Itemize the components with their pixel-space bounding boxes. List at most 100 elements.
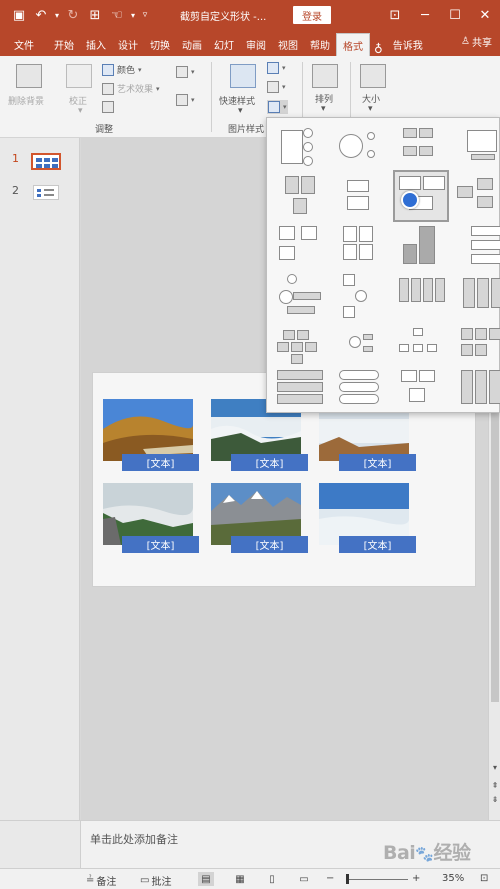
tab-insert[interactable]: 插入	[80, 32, 112, 56]
minimize-icon[interactable]: ─	[410, 4, 440, 26]
layout-option[interactable]	[389, 272, 445, 324]
baidu-watermark: Bai🐾经验	[383, 842, 471, 864]
dropdown-caret-icon[interactable]: ▾	[52, 4, 62, 26]
layout-option[interactable]	[331, 122, 387, 174]
tab-tell-me[interactable]: 告诉我	[387, 32, 429, 56]
next-slide-icon[interactable]: ⇟	[490, 794, 500, 804]
picture-caption[interactable]: [文本]	[122, 536, 199, 553]
picture-effects-button[interactable]: ▾	[267, 81, 286, 93]
size-caret-icon: ▾	[368, 104, 373, 114]
layout-shape	[475, 370, 487, 404]
dropdown-caret-icon[interactable]: ▾	[128, 4, 138, 26]
slideshow-icon[interactable]: ▭	[296, 872, 312, 886]
picture-border-button[interactable]: ▾	[267, 62, 286, 74]
notes-button[interactable]: ≟ 备注	[86, 873, 116, 888]
layout-option[interactable]	[331, 272, 387, 324]
layout-shape	[477, 178, 493, 190]
zoom-in-icon[interactable]: +	[412, 873, 420, 884]
layout-shape	[355, 290, 367, 302]
picture-caption[interactable]: [文本]	[339, 454, 416, 471]
picture-caption[interactable]: [文本]	[339, 536, 416, 553]
layout-option[interactable]	[389, 368, 445, 420]
scrollbar-thumb[interactable]	[491, 402, 499, 702]
layout-shape	[303, 142, 313, 152]
tab-review[interactable]: 审阅	[240, 32, 272, 56]
previous-slide-icon[interactable]: ⇞	[490, 780, 500, 790]
slide-picture-1[interactable]	[103, 399, 193, 461]
tab-format[interactable]: 格式	[336, 33, 370, 57]
slide-thumbnail-1[interactable]	[31, 153, 61, 170]
tab-slideshow[interactable]: 幻灯	[208, 32, 240, 56]
layout-option[interactable]	[273, 172, 329, 224]
slide-thumbnail-2[interactable]	[33, 185, 59, 200]
picture-layout-gallery[interactable]	[266, 117, 500, 413]
zoom-slider[interactable]	[348, 879, 408, 880]
artistic-effects-button[interactable]: 艺术效果 ▾	[102, 82, 160, 95]
layout-option[interactable]	[389, 322, 445, 374]
from-beginning-icon[interactable]: ⊞	[84, 4, 106, 26]
layout-option[interactable]	[389, 122, 445, 174]
color-button[interactable]: 颜色 ▾	[102, 63, 142, 76]
layout-option[interactable]	[273, 272, 329, 324]
tab-help[interactable]: 帮助	[304, 32, 336, 56]
layout-shape	[419, 370, 435, 382]
tab-animations[interactable]: 动画	[176, 32, 208, 56]
layout-option[interactable]	[331, 368, 387, 420]
layout-option[interactable]	[447, 222, 500, 274]
picture-layout-button[interactable]: ▾	[267, 100, 288, 114]
scroll-down-icon[interactable]: ▾	[490, 762, 500, 772]
normal-view-icon[interactable]: ▤	[198, 872, 214, 886]
layout-option[interactable]	[447, 272, 500, 324]
close-icon[interactable]: ✕	[470, 4, 500, 26]
redo-icon[interactable]: ↻	[62, 4, 84, 26]
layout-option[interactable]	[447, 368, 500, 420]
layout-shape	[477, 278, 489, 308]
remove-background-button[interactable]: 删除背景	[8, 94, 44, 107]
picture-caption[interactable]: [文本]	[122, 454, 199, 471]
comments-button[interactable]: ▭ 批注	[140, 873, 171, 888]
layout-shape	[291, 342, 303, 352]
layout-shape	[283, 330, 295, 340]
layout-option[interactable]	[331, 222, 387, 274]
tab-view[interactable]: 视图	[272, 32, 304, 56]
layout-option[interactable]	[273, 222, 329, 274]
tab-transitions[interactable]: 切换	[144, 32, 176, 56]
layout-option[interactable]	[273, 122, 329, 174]
layout-option[interactable]	[447, 322, 500, 374]
layout-option[interactable]	[451, 172, 500, 224]
login-button[interactable]: 登录	[293, 6, 331, 24]
change-picture-button[interactable]: ▾	[176, 94, 195, 106]
layout-shape	[301, 176, 315, 194]
maximize-icon[interactable]: ☐	[440, 4, 470, 26]
layout-shape	[471, 154, 495, 160]
layout-option[interactable]	[273, 368, 329, 420]
undo-icon[interactable]: ↶	[30, 4, 52, 26]
lightbulb-icon[interactable]: ♁	[370, 42, 387, 56]
slide-number: 1	[12, 152, 19, 165]
ribbon-display-icon[interactable]: ⊡	[380, 4, 410, 26]
tab-home[interactable]: 开始	[48, 32, 80, 56]
reading-view-icon[interactable]: ▯	[264, 872, 280, 886]
zoom-out-icon[interactable]: −	[326, 873, 334, 884]
save-icon[interactable]: ▣	[8, 4, 30, 26]
touch-mode-icon[interactable]: ☜	[106, 4, 128, 26]
share-button[interactable]: ♙ 共享	[461, 34, 492, 49]
layout-option[interactable]	[331, 322, 387, 374]
layout-option[interactable]	[273, 322, 329, 374]
artistic-effects-icon	[102, 82, 114, 95]
tab-file[interactable]: 文件	[0, 32, 48, 56]
quick-styles-button[interactable]: 快速样式	[219, 94, 255, 107]
tab-design[interactable]: 设计	[112, 32, 144, 56]
layout-option[interactable]	[331, 172, 387, 224]
fit-to-window-icon[interactable]: ⊡	[480, 873, 488, 884]
compress-pictures-button[interactable]: ▾	[176, 66, 195, 78]
customize-qat-icon[interactable]: ▿	[138, 4, 152, 26]
zoom-slider-knob[interactable]	[346, 874, 349, 884]
reset-picture-button[interactable]	[102, 101, 114, 113]
picture-caption[interactable]: [文本]	[231, 454, 308, 471]
layout-option[interactable]	[447, 122, 500, 174]
layout-option[interactable]	[389, 222, 445, 274]
zoom-level[interactable]: 35%	[442, 873, 464, 884]
picture-caption[interactable]: [文本]	[231, 536, 308, 553]
slide-sorter-icon[interactable]: ▦	[232, 872, 248, 886]
